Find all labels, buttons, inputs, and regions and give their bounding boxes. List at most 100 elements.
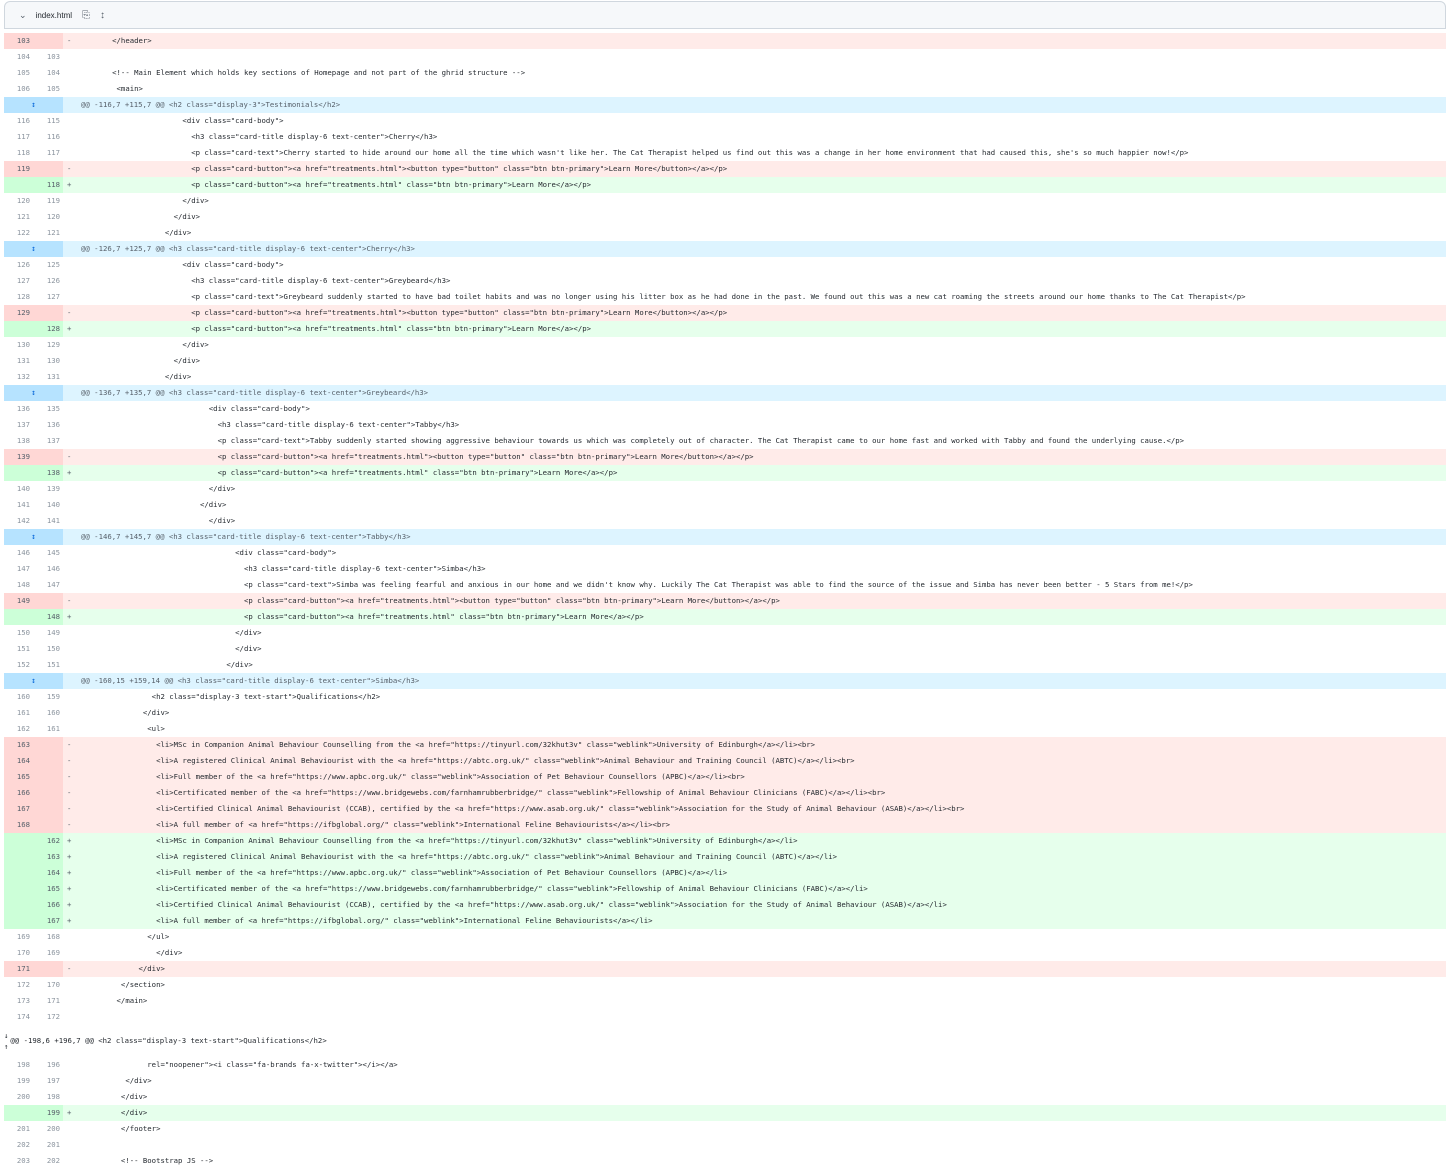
old-line-number[interactable]: 198 xyxy=(4,1057,33,1073)
new-line-number[interactable] xyxy=(33,961,63,977)
expand-hunk-icon[interactable]: ↕ xyxy=(4,673,63,689)
old-line-number[interactable]: 174 xyxy=(4,1009,33,1025)
new-line-number[interactable]: 150 xyxy=(33,641,63,657)
old-line-number[interactable]: 140 xyxy=(4,481,33,497)
old-line-number[interactable] xyxy=(4,833,33,849)
new-line-number[interactable] xyxy=(33,785,63,801)
new-line-number[interactable]: 138 xyxy=(33,465,63,481)
old-line-number[interactable]: 131 xyxy=(4,353,33,369)
new-line-number[interactable]: 104 xyxy=(33,65,63,81)
old-line-number[interactable]: 165 xyxy=(4,769,33,785)
new-line-number[interactable]: 126 xyxy=(33,273,63,289)
old-line-number[interactable]: 152 xyxy=(4,657,33,673)
old-line-number[interactable] xyxy=(4,609,33,625)
old-line-number[interactable] xyxy=(4,465,33,481)
new-line-number[interactable]: 160 xyxy=(33,705,63,721)
old-line-number[interactable]: 168 xyxy=(4,817,33,833)
old-line-number[interactable]: 141 xyxy=(4,497,33,513)
new-line-number[interactable]: 117 xyxy=(33,145,63,161)
new-line-number[interactable]: 105 xyxy=(33,81,63,97)
new-line-number[interactable]: 137 xyxy=(33,433,63,449)
new-line-number[interactable]: 120 xyxy=(33,209,63,225)
new-line-number[interactable]: 103 xyxy=(33,49,63,65)
new-line-number[interactable]: 169 xyxy=(33,945,63,961)
old-line-number[interactable]: 117 xyxy=(4,129,33,145)
new-line-number[interactable]: 125 xyxy=(33,257,63,273)
new-line-number[interactable]: 145 xyxy=(33,545,63,561)
new-line-number[interactable] xyxy=(33,817,63,833)
old-line-number[interactable]: 148 xyxy=(4,577,33,593)
new-line-number[interactable]: 146 xyxy=(33,561,63,577)
fold-icon[interactable]: ↕ xyxy=(100,10,105,21)
old-line-number[interactable]: 161 xyxy=(4,705,33,721)
old-line-number[interactable]: 151 xyxy=(4,641,33,657)
old-line-number[interactable]: 167 xyxy=(4,801,33,817)
new-line-number[interactable]: 131 xyxy=(33,369,63,385)
new-line-number[interactable]: 141 xyxy=(33,513,63,529)
new-line-number[interactable]: 163 xyxy=(33,849,63,865)
old-line-number[interactable]: 202 xyxy=(4,1137,33,1153)
old-line-number[interactable]: 150 xyxy=(4,625,33,641)
new-line-number[interactable]: 119 xyxy=(33,193,63,209)
new-line-number[interactable]: 148 xyxy=(33,609,63,625)
new-line-number[interactable]: 170 xyxy=(33,977,63,993)
old-line-number[interactable]: 172 xyxy=(4,977,33,993)
new-line-number[interactable] xyxy=(33,161,63,177)
old-line-number[interactable]: 116 xyxy=(4,113,33,129)
new-line-number[interactable]: 197 xyxy=(33,1073,63,1089)
old-line-number[interactable]: 122 xyxy=(4,225,33,241)
new-line-number[interactable]: 149 xyxy=(33,625,63,641)
new-line-number[interactable] xyxy=(33,593,63,609)
new-line-number[interactable]: 115 xyxy=(33,113,63,129)
new-line-number[interactable]: 129 xyxy=(33,337,63,353)
old-line-number[interactable]: 162 xyxy=(4,721,33,737)
old-line-number[interactable]: 129 xyxy=(4,305,33,321)
new-line-number[interactable]: 128 xyxy=(33,321,63,337)
new-line-number[interactable]: 159 xyxy=(33,689,63,705)
old-line-number[interactable]: 105 xyxy=(4,65,33,81)
old-line-number[interactable]: 142 xyxy=(4,513,33,529)
old-line-number[interactable] xyxy=(4,897,33,913)
old-line-number[interactable]: 136 xyxy=(4,401,33,417)
new-line-number[interactable]: 171 xyxy=(33,993,63,1009)
new-line-number[interactable]: 168 xyxy=(33,929,63,945)
old-line-number[interactable]: 149 xyxy=(4,593,33,609)
new-line-number[interactable] xyxy=(33,769,63,785)
new-line-number[interactable] xyxy=(33,449,63,465)
old-line-number[interactable]: 170 xyxy=(4,945,33,961)
expand-hunk-icon[interactable]: ↕ xyxy=(4,241,63,257)
old-line-number[interactable]: 118 xyxy=(4,145,33,161)
new-line-number[interactable]: 161 xyxy=(33,721,63,737)
new-line-number[interactable]: 172 xyxy=(33,1009,63,1025)
new-line-number[interactable] xyxy=(33,33,63,49)
old-line-number[interactable]: 199 xyxy=(4,1073,33,1089)
old-line-number[interactable]: 103 xyxy=(4,33,33,49)
old-line-number[interactable]: 138 xyxy=(4,433,33,449)
new-line-number[interactable]: 200 xyxy=(33,1121,63,1137)
old-line-number[interactable]: 121 xyxy=(4,209,33,225)
old-line-number[interactable]: 200 xyxy=(4,1089,33,1105)
old-line-number[interactable] xyxy=(4,865,33,881)
new-line-number[interactable]: 196 xyxy=(33,1057,63,1073)
new-line-number[interactable]: 130 xyxy=(33,353,63,369)
expand-hunk-icon[interactable]: ↕ xyxy=(4,529,63,545)
new-line-number[interactable]: 166 xyxy=(33,897,63,913)
old-line-number[interactable]: 127 xyxy=(4,273,33,289)
new-line-number[interactable] xyxy=(33,737,63,753)
old-line-number[interactable]: 128 xyxy=(4,289,33,305)
old-line-number[interactable]: 146 xyxy=(4,545,33,561)
expand-hunk-icon[interactable]: ↕ xyxy=(4,97,63,113)
old-line-number[interactable] xyxy=(4,177,33,193)
old-line-number[interactable]: 137 xyxy=(4,417,33,433)
old-line-number[interactable]: 119 xyxy=(4,161,33,177)
new-line-number[interactable]: 151 xyxy=(33,657,63,673)
expand-hunk-icon[interactable]: ↕ xyxy=(4,385,63,401)
chevron-down-icon[interactable]: ⌄ xyxy=(19,10,27,21)
new-line-number[interactable]: 199 xyxy=(33,1105,63,1121)
new-line-number[interactable]: 147 xyxy=(33,577,63,593)
new-line-number[interactable]: 164 xyxy=(33,865,63,881)
old-line-number[interactable]: 163 xyxy=(4,737,33,753)
old-line-number[interactable] xyxy=(4,913,33,929)
old-line-number[interactable]: 173 xyxy=(4,993,33,1009)
file-name[interactable]: index.html xyxy=(36,11,72,20)
